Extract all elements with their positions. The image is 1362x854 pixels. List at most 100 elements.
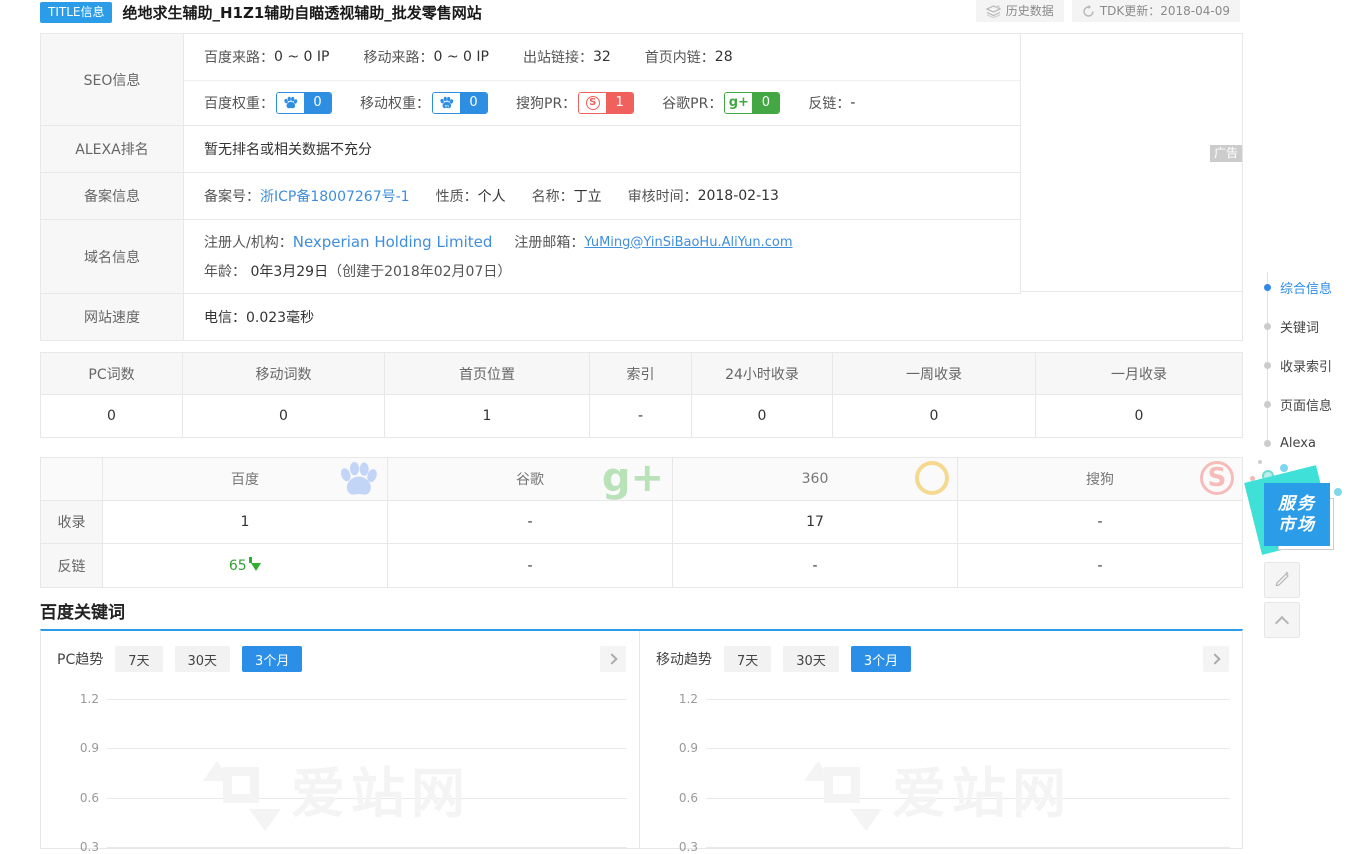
- icp-name: 名称：丁立: [532, 186, 602, 206]
- stats-header: 24小时收录: [692, 353, 832, 395]
- stats-value: -: [590, 395, 691, 437]
- backlinks-360: -: [673, 544, 958, 587]
- mobile-baidu-paw-icon: m: [433, 93, 460, 113]
- sogou-pr: 搜狗PR： S 1: [516, 92, 634, 114]
- aizhan-logo-icon: [810, 757, 874, 821]
- pc-trend-label: PC趋势: [57, 649, 103, 669]
- mobile-weight-badge[interactable]: m 0: [432, 92, 488, 114]
- aizhan-watermark: 爱站网: [209, 749, 471, 828]
- feedback-pencil-button[interactable]: [1264, 562, 1300, 598]
- google-pr: 谷歌PR： g+ 0: [662, 92, 780, 114]
- stats-value: 0: [183, 395, 384, 437]
- backlinks-google: -: [388, 544, 673, 587]
- refresh-icon: [1082, 5, 1095, 18]
- page-title: 绝地求生辅助_H1Z1辅助自瞄透视辅助_批发零售网站: [122, 2, 481, 23]
- domain-email: 注册邮箱： YuMing@YinSiBaoHu.AliYun.com: [514, 232, 792, 252]
- registrant-email-link[interactable]: YuMing@YinSiBaoHu.AliYun.com: [584, 235, 792, 250]
- pc-trend-expand-button[interactable]: [600, 646, 626, 672]
- speed-text: 电信：0.023毫秒: [204, 307, 314, 327]
- mobile-trend-expand-button[interactable]: [1203, 646, 1229, 672]
- homepage-inner-links: 首页内链： 28: [645, 47, 733, 67]
- badge-text-line: 市场: [1278, 515, 1316, 536]
- so360-icon: [915, 461, 949, 495]
- gridline: [706, 798, 1230, 799]
- mobile-tab-30d[interactable]: 30天: [783, 646, 839, 672]
- stats-value: 0: [692, 395, 832, 437]
- pc-trend-chart: PC趋势 7天 30天 3个月 1.2 0.9 0.6 0.3 爱站网: [41, 631, 640, 848]
- domain-row: 域名信息 注册人/机构： Nexperian Holding Limited 注…: [41, 220, 1021, 294]
- chevron-up-icon: [1275, 615, 1289, 629]
- domain-row-label: 域名信息: [41, 220, 184, 293]
- y-tick: 0.3: [662, 840, 698, 854]
- icp-number-link[interactable]: 浙ICP备18007267号-1: [260, 186, 410, 206]
- icp-number: 备案号： 浙ICP备18007267号-1: [204, 186, 410, 206]
- aizhan-logo-icon: [209, 757, 273, 821]
- sogou-s-icon: S: [579, 93, 606, 113]
- sidebar-item-index[interactable]: 收录索引: [1258, 357, 1332, 373]
- badge-text-line: 服务: [1278, 494, 1316, 515]
- ad-tag: 广告: [1210, 145, 1242, 162]
- history-data-button[interactable]: 历史数据: [976, 0, 1064, 22]
- pencil-icon: [1274, 570, 1290, 590]
- keyword-stats-table: PC词数0 移动词数0 首页位置1 索引- 24小时收录0 一周收录0 一月收录…: [40, 352, 1243, 438]
- speed-row: 网站速度 电信：0.023毫秒: [41, 294, 1242, 340]
- sidebar-item-pageinfo[interactable]: 页面信息: [1258, 396, 1332, 412]
- domain-registrant: 注册人/机构： Nexperian Holding Limited: [204, 232, 492, 252]
- google-pr-badge[interactable]: g+ 0: [724, 92, 780, 114]
- y-tick: 0.6: [662, 791, 698, 805]
- engines-header-row: 百度 谷歌 g+ 360: [41, 458, 1242, 501]
- sidebar-item-alexa[interactable]: Alexa: [1258, 435, 1316, 451]
- deco-dot: [1258, 460, 1262, 464]
- service-market-badge[interactable]: 服务 市场: [1246, 460, 1356, 560]
- nav-dot-icon: [1264, 323, 1271, 330]
- chevron-right-icon: [1209, 653, 1220, 664]
- stats-header: 索引: [590, 353, 691, 395]
- nav-label: 综合信息: [1280, 278, 1332, 297]
- stats-value: 0: [41, 395, 182, 437]
- domain-age: 年龄： 0年3月29日 （创建于2018年02月07日）: [204, 261, 511, 281]
- sidebar-item-keywords[interactable]: 关键词: [1258, 318, 1319, 334]
- y-tick: 1.2: [63, 692, 99, 706]
- nav-label: 页面信息: [1280, 395, 1332, 414]
- mobile-tab-3m[interactable]: 3个月: [851, 646, 911, 672]
- pc-tab-3m[interactable]: 3个月: [242, 646, 302, 672]
- ad-placeholder[interactable]: 广告: [1020, 34, 1242, 292]
- google-plus-icon: g+: [602, 458, 664, 498]
- engines-backlinks-row: 反链 65 - - -: [41, 544, 1242, 587]
- google-pr-value: 0: [752, 93, 779, 113]
- seo-info-row-label: SEO信息: [41, 34, 184, 125]
- sogou-pr-badge[interactable]: S 1: [578, 92, 634, 114]
- stats-value: 1: [385, 395, 589, 437]
- back-to-top-button[interactable]: [1264, 602, 1300, 638]
- tdk-update-button[interactable]: TDK更新：2018-04-09: [1072, 0, 1240, 22]
- baidu-weight-badge[interactable]: 0: [276, 92, 332, 114]
- mobile-tab-7d[interactable]: 7天: [724, 646, 771, 672]
- gridline: [706, 748, 1230, 749]
- pc-tab-7d[interactable]: 7天: [115, 646, 162, 672]
- included-sogou: -: [958, 501, 1242, 543]
- nav-dot-icon: [1264, 284, 1271, 291]
- stats-header: PC词数: [41, 353, 182, 395]
- engine-col-baidu: 百度: [103, 458, 388, 500]
- page-header: TITLE信息 绝地求生辅助_H1Z1辅助自瞄透视辅助_批发零售网站 历史数据 …: [40, 0, 1243, 24]
- pc-tab-30d[interactable]: 30天: [175, 646, 231, 672]
- icp-row-label: 备案信息: [41, 173, 184, 219]
- icp-audit-time: 审核时间：2018-02-13: [628, 186, 779, 206]
- deco-dot: [1334, 488, 1342, 496]
- registrant-link[interactable]: Nexperian Holding Limited: [293, 233, 493, 251]
- mobile-trend-chart: 移动趋势 7天 30天 3个月 1.2 0.9 0.6 0.3 爱站网: [640, 631, 1242, 848]
- site-info-table: SEO信息 百度来路： 0 ~ 0 IP 移动来路： 0 ~ 0 IP 出站链接…: [40, 33, 1243, 341]
- deco-dot: [1280, 464, 1288, 472]
- baidu-weight: 百度权重： 0: [184, 92, 332, 114]
- down-arrow-stem: [249, 557, 252, 563]
- sogou-pr-value: 1: [606, 93, 633, 113]
- gridline: [706, 847, 1230, 848]
- row-label: 反链: [41, 544, 103, 587]
- sidebar-item-overview[interactable]: 综合信息: [1258, 279, 1332, 295]
- nav-dot-icon: [1264, 401, 1271, 408]
- engine-col-google: 谷歌 g+: [388, 458, 673, 500]
- mobile-weight-value: 0: [460, 93, 487, 113]
- mobile-traffic: 移动来路： 0 ~ 0 IP: [363, 47, 488, 67]
- stats-header: 一周收录: [833, 353, 1035, 395]
- nav-dot-icon: [1264, 362, 1271, 369]
